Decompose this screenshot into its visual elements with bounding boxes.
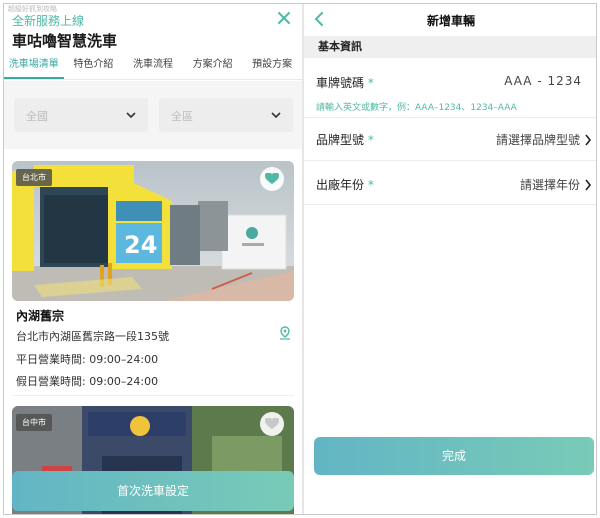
location-pin-icon[interactable]: [279, 326, 291, 340]
city-badge: 台北市: [16, 169, 52, 186]
city-badge: 台中市: [16, 414, 52, 431]
year-select[interactable]: 請選擇年份: [520, 176, 580, 193]
plate-hint: 請輸入英文或數字，例：AAA–1234、1234–AAA: [316, 103, 517, 113]
add-vehicle-pane: 新增車輛 基本資訊 車牌號碼 * AAA - 1234 請輸入英文或數字，例：A…: [304, 4, 596, 514]
year-label: 出廠年份 *: [316, 176, 374, 193]
chevron-down-icon: [271, 112, 281, 119]
store-photo[interactable]: 24 台北市: [12, 161, 294, 301]
tab-bar: 洗車場清單 特色介紹 洗車流程 方案介紹 預設方案: [4, 54, 302, 80]
chevron-down-icon: [126, 112, 136, 119]
store-name[interactable]: 內湖舊宗: [16, 307, 64, 324]
plate-label: 車牌號碼 *: [316, 74, 374, 91]
promo-text: 全新服務上線: [12, 14, 85, 28]
filter-area: 全國 全區: [4, 81, 302, 149]
city-select-value: 全國: [26, 110, 48, 123]
tab-features[interactable]: 特色介紹: [64, 54, 124, 79]
heart-icon: [265, 418, 279, 429]
brand-label-text: 品牌型號: [316, 133, 365, 147]
city-select[interactable]: 全國: [14, 98, 148, 132]
weekday-hours: 平日營業時間: 09:00–24:00: [16, 353, 159, 366]
svg-text:24: 24: [124, 231, 157, 259]
district-select-value: 全區: [171, 110, 193, 123]
divider: [304, 160, 596, 161]
divider: [304, 117, 596, 118]
plate-label-text: 車牌號碼: [316, 76, 365, 90]
tab-store-list[interactable]: 洗車場清單: [4, 54, 64, 79]
tab-wash-process[interactable]: 洗車流程: [123, 54, 183, 79]
required-mark: *: [367, 178, 374, 192]
chevron-right-icon[interactable]: [584, 134, 592, 146]
year-label-text: 出廠年份: [316, 178, 365, 192]
holiday-hours: 假日營業時間: 09:00–24:00: [16, 375, 159, 388]
section-header: 基本資訊: [304, 36, 596, 58]
chevron-right-icon[interactable]: [584, 179, 592, 191]
divider: [12, 395, 294, 396]
required-mark: *: [367, 133, 374, 147]
car-wash-photo: 24: [12, 161, 294, 301]
favorite-button[interactable]: [260, 167, 284, 191]
required-mark: *: [367, 76, 374, 90]
close-icon[interactable]: [276, 10, 292, 26]
tab-plans[interactable]: 方案介紹: [183, 54, 243, 79]
screenshot-frame: 超級好抓到攻略 全新服務上線 車咕嚕智慧洗車 洗車場清單 特色介紹 洗車流程 方…: [3, 3, 597, 515]
district-select[interactable]: 全區: [159, 98, 293, 132]
heart-icon: [265, 173, 279, 184]
first-wash-setup-button[interactable]: 首次洗車設定: [12, 471, 294, 511]
tab-default-plan[interactable]: 預設方案: [242, 54, 302, 79]
brand-select[interactable]: 請選擇品牌型號: [496, 131, 580, 148]
store-address: 台北市內湖區舊宗路一段135號: [16, 330, 169, 343]
page-title: 新增車輛: [426, 14, 475, 28]
done-button[interactable]: 完成: [314, 437, 594, 475]
favorite-button[interactable]: [260, 412, 284, 436]
car-wash-list-pane: 超級好抓到攻略 全新服務上線 車咕嚕智慧洗車 洗車場清單 特色介紹 洗車流程 方…: [4, 4, 302, 514]
divider: [304, 204, 596, 205]
app-title: 車咕嚕智慧洗車: [12, 32, 118, 50]
brand-label: 品牌型號 *: [316, 131, 374, 148]
plate-input[interactable]: AAA - 1234: [504, 74, 582, 88]
